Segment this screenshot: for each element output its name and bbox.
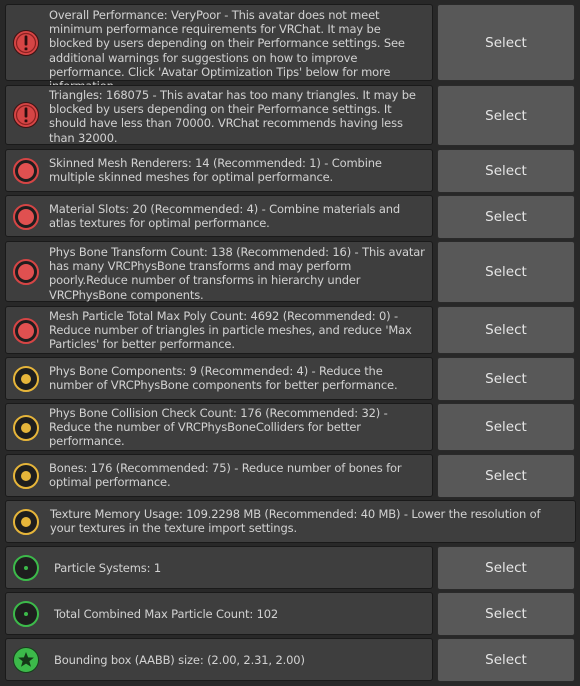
message-box: Total Combined Max Particle Count: 102 [5, 592, 433, 635]
item-message: Particle Systems: 1 [54, 561, 162, 575]
good-icon [13, 555, 39, 581]
very-poor-icon [13, 158, 39, 184]
message-box: Phys Bone Components: 9 (Recommended: 4)… [5, 357, 433, 400]
select-button[interactable]: Select [437, 357, 575, 401]
select-button[interactable]: Select [437, 638, 575, 682]
item-message: Phys Bone Transform Count: 138 (Recommen… [49, 245, 425, 302]
select-button[interactable]: Select [437, 454, 575, 498]
message-box: Texture Memory Usage: 109.2298 MB (Recom… [5, 500, 576, 543]
select-button[interactable]: Select [437, 149, 575, 193]
error-icon [13, 30, 39, 56]
very-poor-icon [13, 259, 39, 285]
item-message: Overall Performance: VeryPoor - This ava… [49, 8, 405, 93]
item-message: Texture Memory Usage: 109.2298 MB (Recom… [50, 507, 541, 536]
message-box: Phys Bone Collision Check Count: 176 (Re… [5, 403, 433, 451]
select-button[interactable]: Select [437, 306, 575, 354]
very-poor-icon [13, 318, 39, 344]
message-box: Particle Systems: 1 [5, 546, 433, 589]
message-box: Phys Bone Transform Count: 138 (Recommen… [5, 241, 433, 302]
very-poor-icon [13, 204, 39, 230]
message-box: Triangles: 168075 - This avatar has too … [5, 85, 433, 145]
select-button[interactable]: Select [437, 592, 575, 636]
message-box: Mesh Particle Total Max Poly Count: 4692… [5, 306, 433, 354]
message-box: Bounding box (AABB) size: (2.00, 2.31, 2… [5, 638, 433, 681]
item-message: Bounding box (AABB) size: (2.00, 2.31, 2… [54, 653, 305, 667]
item-message: Mesh Particle Total Max Poly Count: 4692… [49, 309, 412, 352]
message-box: Bones: 176 (Recommended: 75) - Reduce nu… [5, 454, 433, 497]
select-button[interactable]: Select [437, 4, 575, 81]
poor-icon [13, 415, 39, 441]
item-message: Phys Bone Components: 9 (Recommended: 4)… [49, 364, 398, 393]
poor-icon [13, 509, 39, 535]
message-box: Overall Performance: VeryPoor - This ava… [5, 4, 433, 93]
message-box: Material Slots: 20 (Recommended: 4) - Co… [5, 195, 433, 237]
item-message: Triangles: 168075 - This avatar has too … [49, 88, 416, 145]
item-message: Total Combined Max Particle Count: 102 [54, 607, 279, 621]
select-button[interactable]: Select [437, 195, 575, 239]
item-message: Bones: 176 (Recommended: 75) - Reduce nu… [49, 461, 402, 490]
poor-icon [13, 366, 39, 392]
item-message: Phys Bone Collision Check Count: 176 (Re… [49, 406, 388, 449]
excellent-icon [13, 647, 39, 673]
poor-icon [13, 463, 39, 489]
select-button[interactable]: Select [437, 85, 575, 146]
select-button[interactable]: Select [437, 546, 575, 590]
good-icon [13, 601, 39, 627]
item-message: Skinned Mesh Renderers: 14 (Recommended:… [49, 156, 382, 185]
error-icon [13, 102, 39, 128]
item-message: Material Slots: 20 (Recommended: 4) - Co… [49, 202, 401, 231]
message-box: Skinned Mesh Renderers: 14 (Recommended:… [5, 149, 433, 192]
select-button[interactable]: Select [437, 403, 575, 451]
select-button[interactable]: Select [437, 241, 575, 303]
